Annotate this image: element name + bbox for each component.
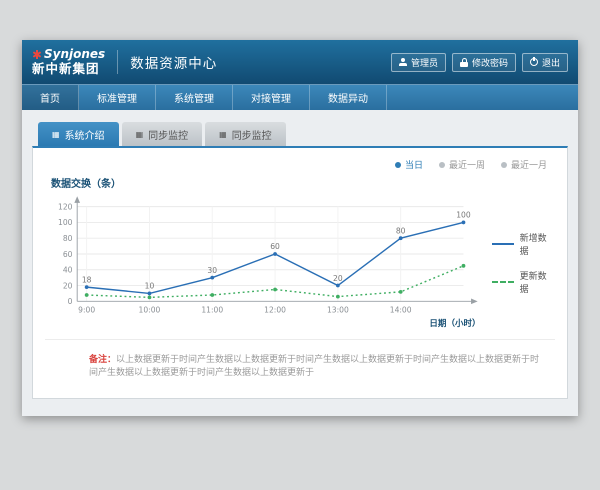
filter-label: 当日 (405, 158, 423, 171)
svg-text:14:00: 14:00 (390, 306, 412, 315)
dot-icon (501, 162, 507, 168)
content-area: ▦ 系统介绍 ▦ 同步监控 ▦ 同步监控 当日 最近一周 (22, 110, 578, 416)
grid-icon: ▦ (52, 131, 60, 139)
app-header: Synjones 新中新集团 数据资源中心 管理员 修改密码 退出 (22, 40, 578, 84)
tab-label: 系统介绍 (65, 127, 105, 142)
svg-text:0: 0 (68, 297, 73, 306)
svg-text:18: 18 (82, 275, 92, 284)
logo-text: Synjones (44, 48, 105, 62)
user-icon (399, 58, 407, 66)
company-name: 新中新集团 (32, 62, 105, 76)
footer-note: 备注：以上数据更新于时间产生数据以上数据更新于时间产生数据以上数据更新于时间产生… (45, 339, 555, 392)
legend-label: 更新数据 (520, 269, 555, 295)
y-axis-label: 数据交换（条） (51, 175, 555, 190)
svg-text:100: 100 (456, 211, 471, 220)
dot-icon (439, 162, 445, 168)
svg-text:120: 120 (58, 202, 73, 211)
line-chart: 0 20 40 60 80 100 120 9:00 10:00 11:00 12:00 13:00 1… (45, 194, 490, 331)
svg-text:13:00: 13:00 (327, 306, 349, 315)
svg-text:11:00: 11:00 (201, 306, 223, 315)
legend-item-updated-data[interactable]: 更新数据 (492, 269, 555, 295)
logout-label: 退出 (542, 56, 560, 69)
app-window: Synjones 新中新集团 数据资源中心 管理员 修改密码 退出 首页 标准管… (22, 40, 578, 416)
power-icon (530, 58, 538, 66)
filter-last-week[interactable]: 最近一周 (439, 158, 485, 171)
app-title: 数据资源中心 (130, 52, 217, 72)
series-legend: 新增数据 更新数据 (492, 231, 555, 295)
tab-sync-monitor-2[interactable]: ▦ 同步监控 (205, 122, 286, 146)
chart-row: 0 20 40 60 80 100 120 9:00 10:00 11:00 12:00 13:00 1… (45, 194, 555, 331)
range-filters: 当日 最近一周 最近一月 (45, 158, 547, 171)
header-actions: 管理员 修改密码 退出 (391, 53, 568, 72)
dotted-line-icon (492, 281, 514, 283)
svg-text:10: 10 (145, 282, 155, 291)
filter-label: 最近一周 (449, 158, 485, 171)
svg-text:20: 20 (333, 274, 343, 283)
svg-text:日期（小时）: 日期（小时） (429, 318, 480, 329)
filter-label: 最近一月 (511, 158, 547, 171)
nav-item-standard-mgmt[interactable]: 标准管理 (79, 85, 156, 110)
admin-label: 管理员 (411, 56, 438, 69)
logo-row: Synjones (32, 48, 105, 62)
nav-item-integration-mgmt[interactable]: 对接管理 (233, 85, 310, 110)
change-password-button[interactable]: 修改密码 (452, 53, 516, 72)
change-password-label: 修改密码 (472, 56, 508, 69)
note-text: 以上数据更新于时间产生数据以上数据更新于时间产生数据以上数据更新于时间产生数据以… (89, 355, 539, 378)
grid-icon: ▦ (219, 131, 227, 139)
svg-text:60: 60 (270, 242, 280, 251)
svg-text:60: 60 (63, 250, 73, 259)
main-nav: 首页 标准管理 系统管理 对接管理 数据异动 (22, 84, 578, 110)
logout-button[interactable]: 退出 (522, 53, 568, 72)
nav-item-data-changes[interactable]: 数据异动 (310, 85, 387, 110)
svg-text:12:00: 12:00 (264, 306, 286, 315)
legend-item-new-data[interactable]: 新增数据 (492, 231, 555, 257)
tab-label: 同步监控 (148, 127, 188, 142)
legend-label: 新增数据 (520, 231, 555, 257)
solid-line-icon (492, 243, 514, 245)
lock-icon (460, 58, 468, 67)
tab-sync-monitor-1[interactable]: ▦ 同步监控 (122, 122, 203, 146)
nav-item-system-mgmt[interactable]: 系统管理 (156, 85, 233, 110)
admin-button[interactable]: 管理员 (391, 53, 446, 72)
filter-last-month[interactable]: 最近一月 (501, 158, 547, 171)
note-label: 备注： (89, 355, 116, 365)
tab-system-intro[interactable]: ▦ 系统介绍 (38, 122, 119, 146)
filter-today[interactable]: 当日 (395, 158, 423, 171)
grid-icon: ▦ (136, 131, 144, 139)
brand-logo: Synjones 新中新集团 (32, 48, 105, 76)
svg-text:9:00: 9:00 (78, 306, 95, 315)
nav-item-home[interactable]: 首页 (22, 85, 79, 110)
svg-text:100: 100 (58, 218, 73, 227)
svg-text:40: 40 (63, 266, 73, 275)
svg-text:80: 80 (396, 226, 406, 235)
header-divider (117, 50, 118, 74)
svg-text:80: 80 (63, 234, 73, 243)
svg-text:20: 20 (63, 281, 73, 290)
svg-text:10:00: 10:00 (139, 306, 161, 315)
tab-label: 同步监控 (232, 127, 272, 142)
tab-bar: ▦ 系统介绍 ▦ 同步监控 ▦ 同步监控 (32, 122, 568, 146)
dot-icon (395, 162, 401, 168)
chart-card: 当日 最近一周 最近一月 数据交换（条） 0 20 40 60 80 100 120 9:00… (32, 146, 568, 399)
svg-text:30: 30 (207, 266, 217, 275)
star-icon (32, 50, 41, 59)
